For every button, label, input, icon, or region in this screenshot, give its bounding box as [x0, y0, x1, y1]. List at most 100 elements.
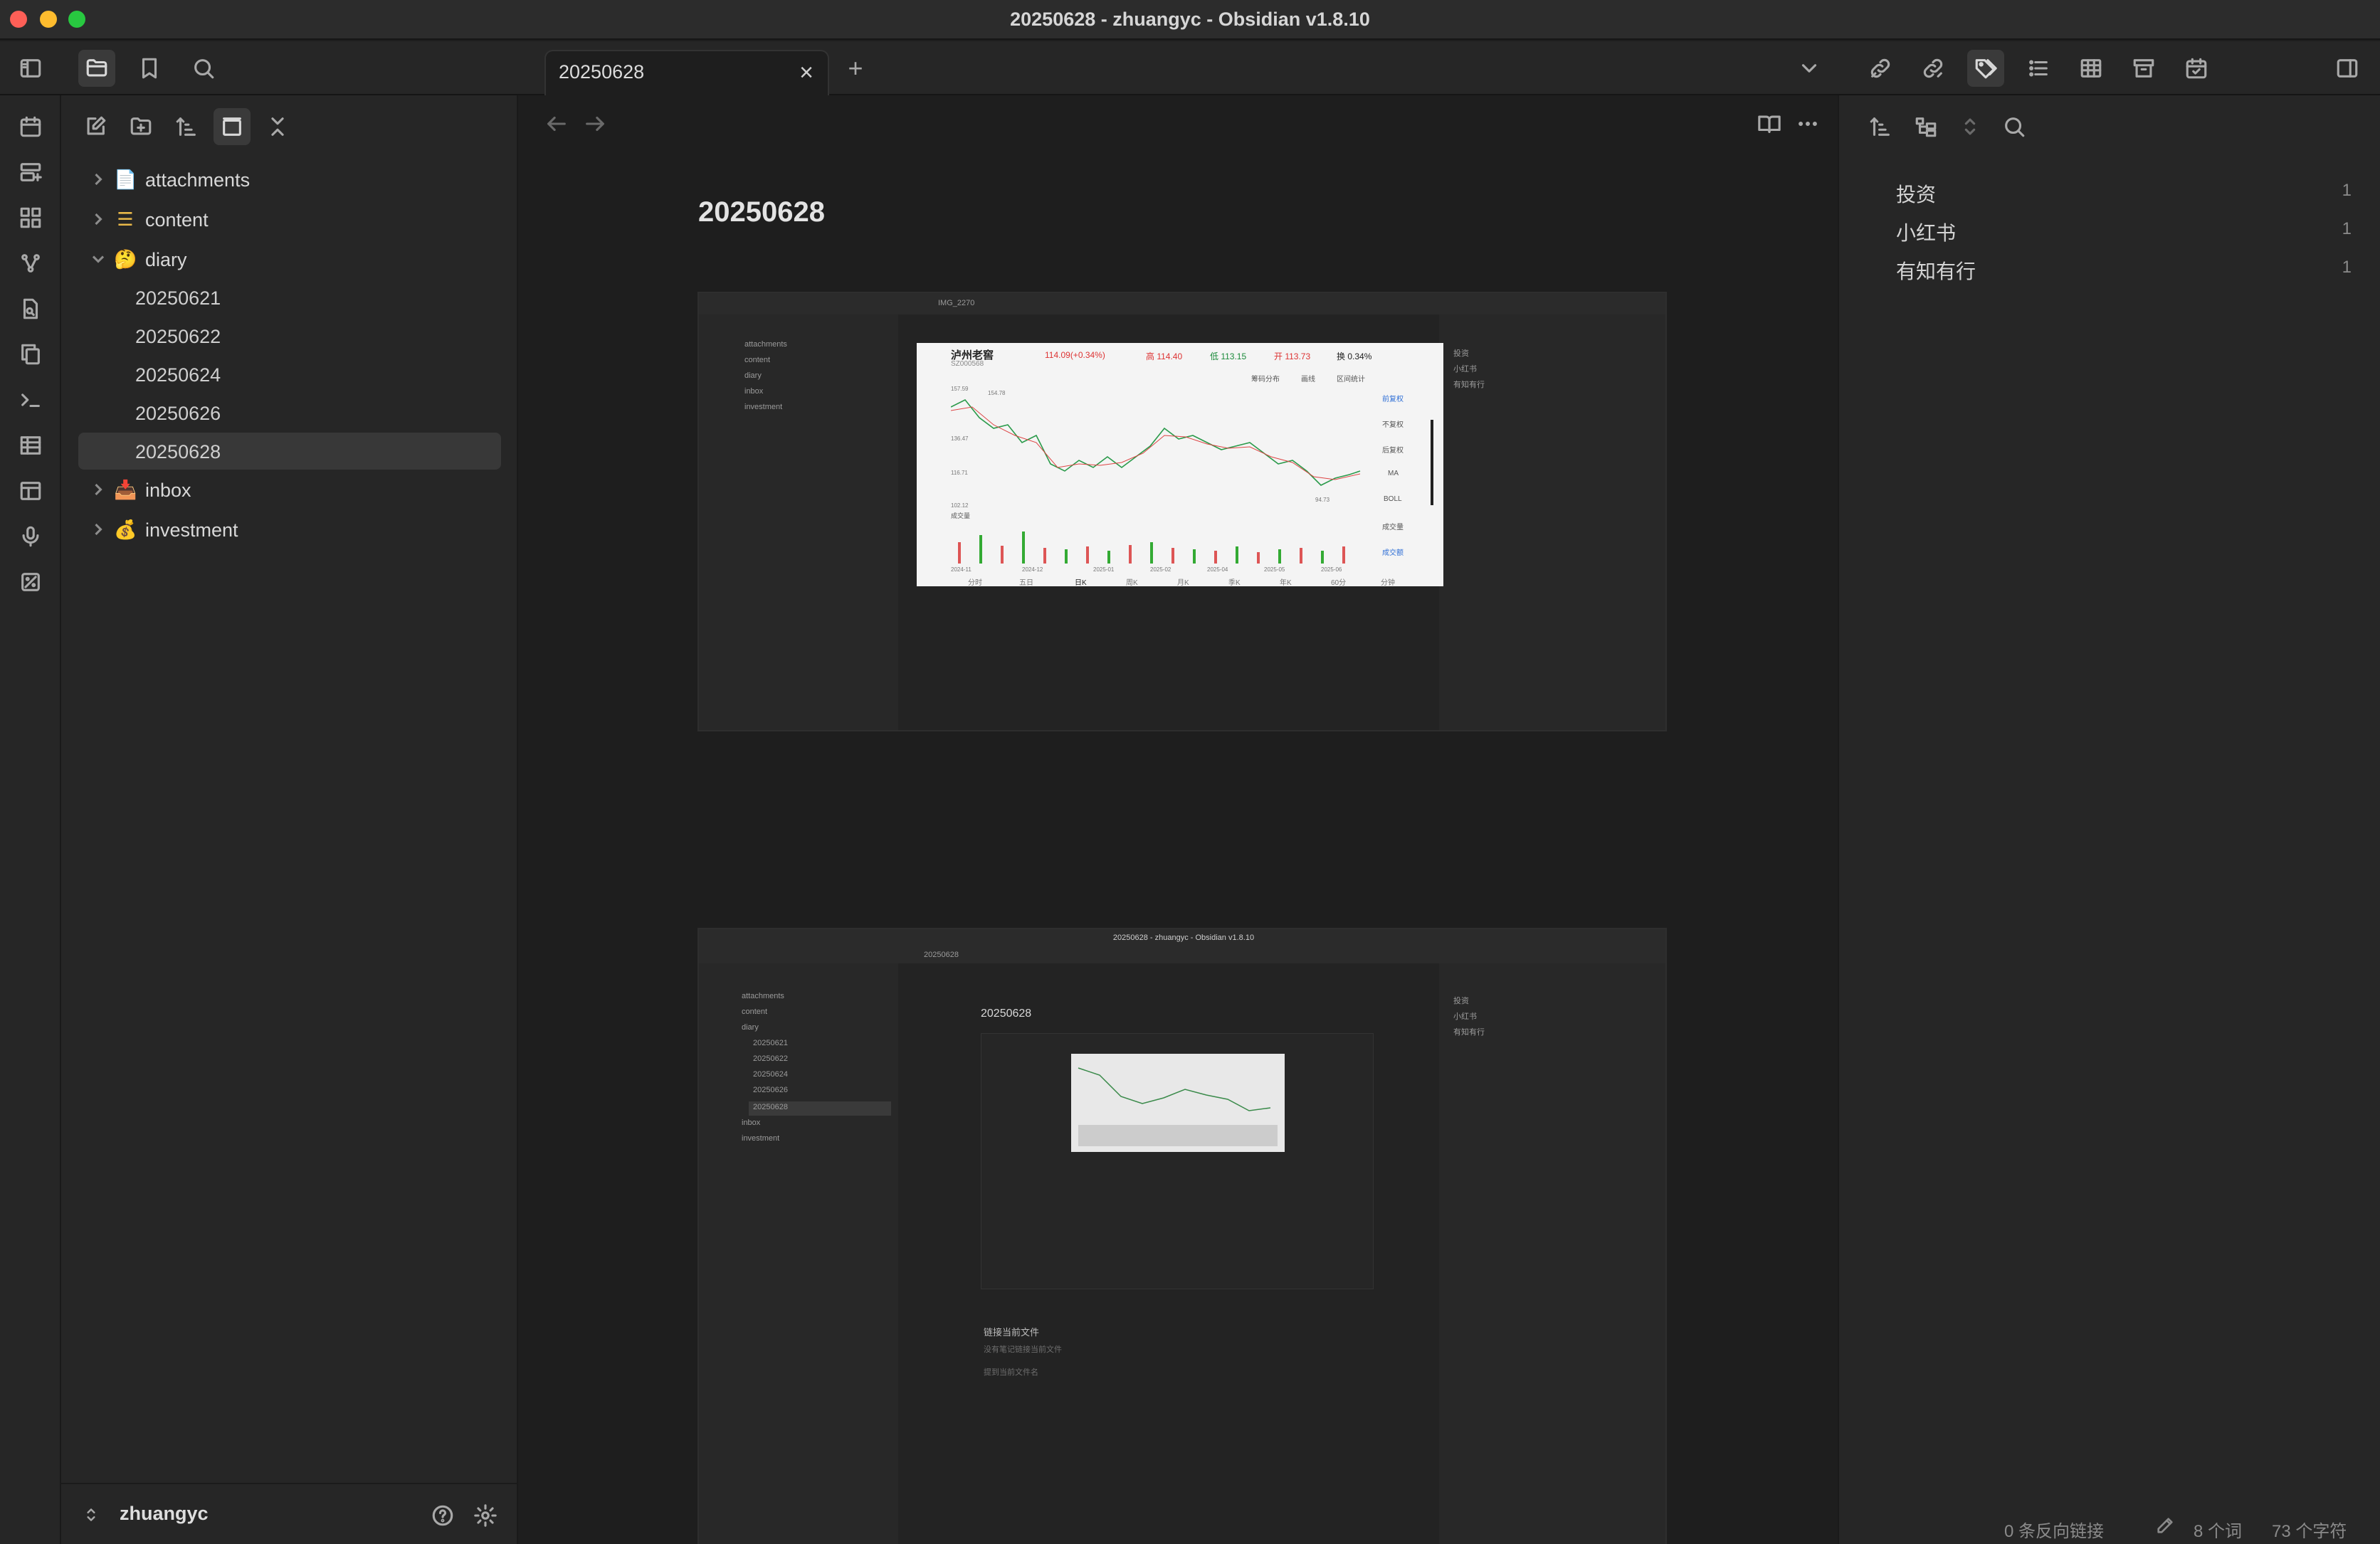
mini-sidebar: attachments content diary 20250621 20250… [713, 963, 898, 1544]
period-tab: 60分 [1331, 579, 1347, 587]
reading-view-book-icon[interactable] [1751, 105, 1788, 142]
tab-20250628[interactable]: 20250628 × [544, 50, 829, 95]
period-tab: 季K [1228, 579, 1241, 587]
random-note-dice-icon[interactable] [12, 564, 49, 601]
mini-tag: 有知有行 [1453, 1028, 1485, 1037]
folder-inbox[interactable]: 📥 inbox [78, 471, 501, 508]
turnover: 换 0.34% [1337, 351, 1372, 361]
mini-window-title: 20250628 - zhuangyc - Obsidian v1.8.10 [1112, 934, 1255, 942]
collapse-all-icon[interactable] [259, 108, 296, 145]
vault-switcher[interactable]: zhuangyc [61, 1483, 517, 1544]
file-20250628[interactable]: 20250628 [78, 433, 501, 470]
vault-name: zhuangyc [120, 1503, 209, 1524]
sort-icon[interactable] [168, 108, 205, 145]
chevron-down-icon [88, 249, 108, 269]
folder-investment[interactable]: 💰 investment [78, 511, 501, 548]
mini-sidebar-item: inbox [742, 1119, 761, 1127]
daily-note-calendar-icon[interactable] [12, 108, 49, 145]
file-20250626[interactable]: 20250626 [78, 394, 501, 431]
backlinks-count[interactable]: 0 条反向链接 [2004, 1517, 2104, 1542]
tags-icon[interactable] [1967, 50, 2004, 87]
forward-arrow-icon[interactable] [576, 105, 614, 142]
note-title[interactable]: 20250628 [698, 196, 825, 228]
editor-pane[interactable]: 20250628 attachments content diary inbox… [518, 95, 1838, 1544]
tag-item[interactable]: 有知有行 1 [1896, 250, 2352, 286]
outgoing-links-icon[interactable] [1915, 50, 1952, 87]
edit-mode-pencil-icon[interactable] [2151, 1511, 2179, 1540]
kanban-add-icon[interactable] [12, 154, 49, 191]
tag-sort-icon[interactable] [1862, 108, 1899, 145]
backlinks-icon[interactable] [1862, 50, 1899, 87]
file-20250622[interactable]: 20250622 [78, 317, 501, 354]
table-icon[interactable] [2073, 50, 2110, 87]
help-icon[interactable] [424, 1497, 461, 1534]
money-bag-icon: 💰 [114, 519, 137, 540]
tag-search-icon[interactable] [1996, 108, 2033, 145]
more-options-icon[interactable] [1789, 105, 1826, 142]
inbox-tray-icon: 📥 [114, 479, 137, 500]
embedded-image-obsidian-screenshot[interactable]: 20250628 - zhuangyc - Obsidian v1.8.10 2… [697, 928, 1667, 1544]
microphone-icon[interactable] [12, 518, 49, 555]
folder-diary[interactable]: 🤔 diary [78, 240, 501, 277]
mini-toolbar [699, 293, 1665, 314]
chart-option: BOLL [1384, 495, 1402, 503]
chevron-right-icon [88, 519, 108, 539]
folder-label: investment [145, 519, 238, 541]
settings-gear-icon[interactable] [467, 1497, 504, 1534]
canvas-grid-icon[interactable] [12, 199, 49, 236]
files-view-icon[interactable] [78, 50, 115, 87]
price-low: 低 113.15 [1210, 351, 1247, 361]
chart-option: 成交额 [1382, 549, 1404, 557]
vault-switch-chevrons-icon[interactable] [77, 1497, 105, 1533]
mini-nested-line [1078, 1067, 1278, 1146]
tag-name: 投资 [1896, 184, 1937, 206]
bookmarks-icon[interactable] [131, 50, 168, 87]
spreadsheet-icon[interactable] [12, 427, 49, 464]
price-change: 114.09(+0.34%) [1045, 350, 1105, 360]
embedded-image-stock-screenshot[interactable]: attachments content diary inbox investme… [697, 292, 1667, 731]
new-note-icon[interactable] [77, 108, 114, 145]
new-tab-icon[interactable]: + [837, 50, 874, 87]
new-folder-icon[interactable] [122, 108, 159, 145]
toggle-right-sidebar-icon[interactable] [2329, 50, 2366, 87]
mini-tab-title: 20250628 [924, 951, 959, 959]
mini-right-sidebar: 投资 小红书 有知有行 [1439, 963, 1665, 1544]
expand-collapse-icon[interactable] [1952, 108, 1989, 145]
mini-titlebar: 20250628 - zhuangyc - Obsidian v1.8.10 2… [699, 929, 1665, 963]
tag-item[interactable]: 投资 1 [1896, 174, 2352, 209]
copy-files-icon[interactable] [12, 336, 49, 373]
layout-template-icon[interactable] [12, 472, 49, 509]
back-arrow-icon[interactable] [538, 105, 575, 142]
file-20250621[interactable]: 20250621 [78, 279, 501, 316]
file-search-icon[interactable] [12, 290, 49, 327]
chart-option: 不复权 [1382, 421, 1404, 429]
nested-tags-icon[interactable] [1907, 108, 1944, 145]
mini-backlinks-empty: 没有笔记链接当前文件 [984, 1345, 1062, 1354]
chevron-right-icon [88, 480, 108, 499]
folder-content[interactable]: ☰ content [78, 201, 501, 238]
file-20250624[interactable]: 20250624 [78, 356, 501, 393]
right-sidebar-tags: 投资 1 小红书 1 有知有行 1 [1838, 95, 2380, 1544]
mini-sidebar-item: content [742, 1008, 768, 1016]
tag-count: 1 [2342, 258, 2352, 277]
calendar-check-icon[interactable] [2178, 50, 2215, 87]
outline-icon[interactable] [2020, 50, 2057, 87]
file-label: 20250621 [135, 287, 221, 309]
search-icon[interactable] [185, 50, 222, 87]
tag-name: 小红书 [1896, 222, 1957, 244]
pages-icon: 📄 [114, 169, 137, 190]
toggle-left-sidebar-icon[interactable] [12, 50, 49, 87]
auto-reveal-icon[interactable] [214, 108, 251, 145]
close-tab-icon[interactable]: × [792, 58, 821, 87]
mini-unlinked-mentions: 提到当前文件名 [984, 1368, 1038, 1377]
tag-item[interactable]: 小红书 1 [1896, 212, 2352, 248]
archive-icon[interactable] [2125, 50, 2162, 87]
period-tab: 五日 [1019, 579, 1033, 587]
chart-option: 前复权 [1382, 396, 1404, 403]
date-label: 2025-06 [1321, 566, 1342, 573]
folder-attachments[interactable]: 📄 attachments [78, 161, 501, 198]
tab-list-dropdown-icon[interactable] [1791, 50, 1828, 87]
terminal-icon[interactable] [12, 381, 49, 418]
graph-view-icon[interactable] [12, 245, 49, 282]
mini-sidebar-item: content [744, 356, 771, 364]
